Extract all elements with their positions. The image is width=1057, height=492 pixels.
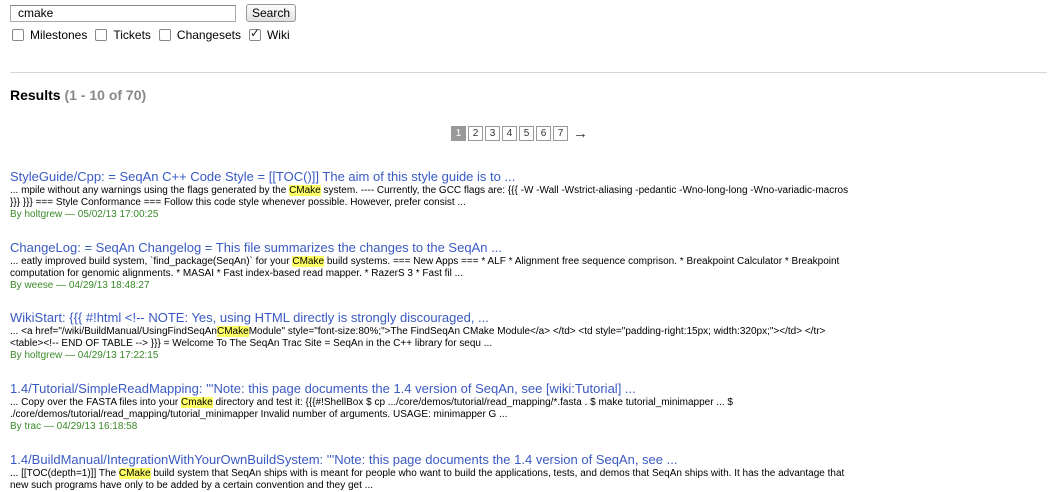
- page-7[interactable]: 7: [553, 126, 568, 141]
- filter-milestones-label: Milestones: [30, 28, 88, 42]
- result-title-link[interactable]: WikiStart: {{{ #!html <!-- NOTE: Yes, us…: [10, 310, 1050, 326]
- changesets-checkbox[interactable]: [158, 29, 171, 41]
- result-title-link[interactable]: 1.4/BuildManual/IntegrationWithYourOwnBu…: [10, 452, 1050, 468]
- excerpt-text: ... Copy over the FASTA files into your: [10, 397, 182, 408]
- search-bar: Search: [10, 3, 297, 23]
- pagination: 1 2 3 4 5 6 7 →: [451, 126, 588, 141]
- tickets-checkbox[interactable]: [95, 29, 108, 41]
- filter-tickets-label: Tickets: [113, 28, 151, 42]
- search-term-highlight: CMake: [289, 185, 321, 196]
- wiki-checkbox[interactable]: [248, 26, 261, 41]
- result-excerpt: ... [[TOC(depth=1)]] The CMake build sys…: [10, 468, 1050, 492]
- results-title: Results: [10, 87, 61, 103]
- search-term-highlight: CMake: [292, 256, 325, 267]
- search-term-highlight: Cmake: [181, 397, 213, 408]
- excerpt-text: ... <a href="/wiki/BuildManual/UsingFind…: [10, 326, 217, 337]
- search-filters: Milestones Tickets Changesets Wiki: [12, 26, 298, 42]
- result-title-link[interactable]: 1.4/Tutorial/SimpleReadMapping: '''Note:…: [10, 381, 1050, 397]
- search-result: StyleGuide/Cpp: = SeqAn C++ Code Style =…: [10, 169, 1050, 221]
- result-title-link[interactable]: ChangeLog: = SeqAn Changelog = This file…: [10, 240, 1050, 256]
- result-excerpt: ... eatly improved build system, `find_p…: [10, 256, 1050, 280]
- search-result: 1.4/Tutorial/SimpleReadMapping: '''Note:…: [10, 381, 1050, 433]
- filter-wiki-label: Wiki: [266, 28, 290, 42]
- page-6[interactable]: 6: [536, 126, 551, 141]
- filter-changesets-label: Changesets: [176, 28, 241, 42]
- results-count: (1 - 10 of 70): [64, 87, 147, 103]
- divider: [10, 72, 1047, 73]
- result-meta: By holtgrew — 05/02/13 17:00:25: [10, 209, 159, 220]
- page-3[interactable]: 3: [485, 126, 500, 141]
- search-result: WikiStart: {{{ #!html <!-- NOTE: Yes, us…: [10, 310, 1050, 362]
- excerpt-text: ... eatly improved build system, `find_p…: [10, 256, 293, 267]
- result-meta: By weese — 04/29/13 18:48:27: [10, 280, 150, 291]
- filter-changesets[interactable]: Changesets: [158, 28, 241, 42]
- excerpt-text: ... mpile without any warnings using the…: [10, 185, 290, 196]
- excerpt-text: ... [[TOC(depth=1)]] The: [10, 468, 119, 479]
- filter-tickets[interactable]: Tickets: [95, 28, 151, 42]
- search-input[interactable]: [10, 4, 236, 22]
- search-result: ChangeLog: = SeqAn Changelog = This file…: [10, 240, 1050, 292]
- search-term-highlight: CMake: [217, 326, 249, 337]
- result-excerpt: ... Copy over the FASTA files into your …: [10, 397, 1050, 421]
- result-meta: By holtgrew — 04/29/13 17:22:15: [10, 350, 159, 361]
- search-result: 1.4/BuildManual/IntegrationWithYourOwnBu…: [10, 452, 1050, 492]
- search-term-highlight: CMake: [118, 468, 151, 479]
- filter-milestones[interactable]: Milestones: [12, 28, 87, 42]
- page-5[interactable]: 5: [519, 126, 534, 141]
- results-heading: Results (1 - 10 of 70): [10, 87, 146, 103]
- result-title-link[interactable]: StyleGuide/Cpp: = SeqAn C++ Code Style =…: [10, 169, 1050, 185]
- page-2[interactable]: 2: [468, 126, 483, 141]
- page-4[interactable]: 4: [502, 126, 517, 141]
- page-1[interactable]: 1: [451, 126, 466, 141]
- search-button[interactable]: Search: [246, 4, 297, 22]
- result-excerpt: ... mpile without any warnings using the…: [10, 185, 1050, 209]
- milestones-checkbox[interactable]: [12, 29, 24, 41]
- filter-wiki[interactable]: Wiki: [248, 26, 290, 42]
- result-excerpt: ... <a href="/wiki/BuildManual/UsingFind…: [10, 326, 1050, 350]
- next-page-arrow-icon[interactable]: →: [573, 126, 588, 141]
- result-meta: By trac — 04/29/13 16:18:58: [10, 421, 138, 432]
